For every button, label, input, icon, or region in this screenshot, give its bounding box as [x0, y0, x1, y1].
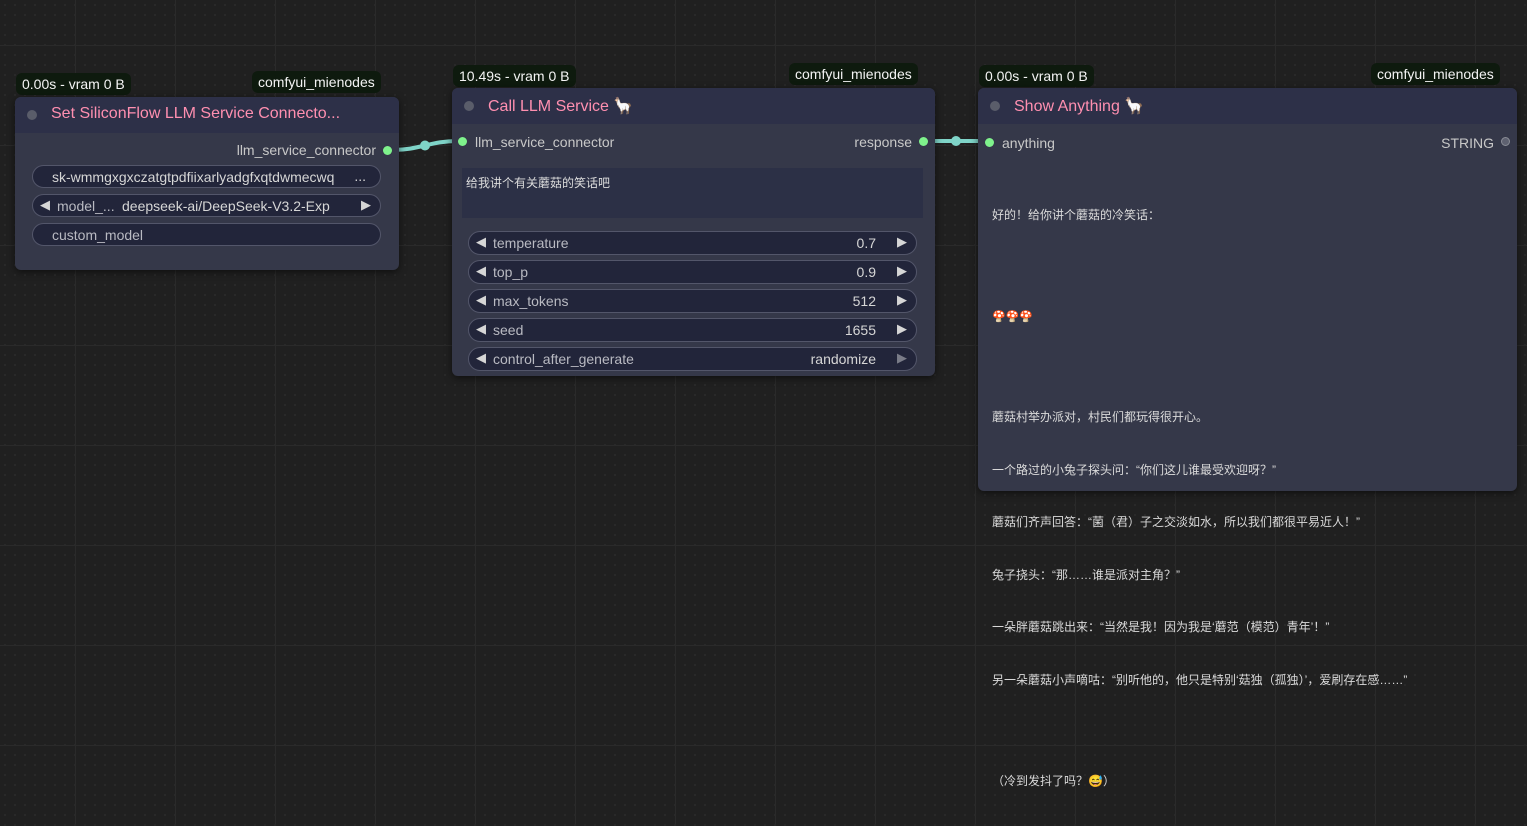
api-key-value: sk-wmmgxgxczatgtpdfiixarlyadgfxqtdwmecwq — [52, 169, 335, 185]
node2-output-label: response — [854, 134, 912, 150]
top-p-dec-arrow-icon[interactable]: ◀ — [476, 263, 486, 279]
top-p-inc-arrow-icon[interactable]: ▶ — [897, 263, 907, 279]
control-next-arrow-icon[interactable]: ▶ — [897, 350, 907, 366]
seed-value: 1655 — [844, 322, 876, 338]
seed-dec-arrow-icon[interactable]: ◀ — [476, 321, 486, 337]
node-show-anything[interactable]: Show Anything 🦙 anything STRING 好的！给你讲个蘑… — [978, 88, 1517, 788]
node2-input-label: llm_service_connector — [475, 134, 615, 150]
model-value: deepseek-ai/DeepSeek-V3.2-Exp — [122, 198, 330, 214]
control-after-generate-value: randomize — [810, 351, 876, 367]
custom-model-input[interactable]: custom_model — [32, 223, 381, 246]
show-anything-output: 好的！给你讲个蘑菇的冷笑话： 🍄🍄🍄 蘑菇村举办派对，村民们都玩得很开心。 一个… — [992, 172, 1407, 826]
node2-collapse-dot[interactable] — [464, 101, 474, 111]
output-line: 🍄🍄🍄 — [992, 310, 1034, 323]
node2-input-slot[interactable] — [458, 137, 467, 146]
model-label: model_... — [57, 198, 115, 214]
control-prev-arrow-icon[interactable]: ◀ — [476, 350, 486, 366]
output-line: 另一朵蘑菇小声嘀咕：“别听他的，他只是特别‘菇独（孤独）’，爱刷存在感……” — [992, 672, 1408, 687]
output-line: 好的！给你讲个蘑菇的冷笑话： — [992, 208, 1161, 222]
node-set-siliconflow[interactable]: Set SiliconFlow LLM Service Connecto... … — [15, 97, 399, 270]
node3-title: Show Anything 🦙 — [1014, 98, 1145, 115]
temperature-value: 0.7 — [856, 235, 876, 251]
model-selector[interactable]: ◀ model_... deepseek-ai/DeepSeek-V3.2-Ex… — [32, 194, 381, 217]
output-line: 一朵胖蘑菇跳出来：“当然是我！因为我是‘蘑范（模范）青年’！” — [992, 620, 1330, 634]
node3-input-slot[interactable] — [985, 138, 994, 147]
output-line: 一个路过的小兔子探头问：“你们这儿谁最受欢迎呀？” — [992, 462, 1276, 477]
max-tokens-value: 512 — [852, 293, 876, 309]
node2-pack-badge: comfyui_mienodes — [789, 63, 918, 85]
node3-input-label: anything — [1002, 135, 1055, 151]
model-prev-arrow-icon[interactable]: ◀ — [40, 197, 50, 213]
temperature-dec-arrow-icon[interactable]: ◀ — [476, 234, 486, 250]
node3-output-label: STRING — [1441, 135, 1494, 151]
control-after-generate-label: control_after_generate — [493, 351, 634, 367]
node-call-llm-service[interactable]: Call LLM Service 🦙 llm_service_connector… — [452, 88, 935, 376]
node2-title: Call LLM Service 🦙 — [488, 98, 634, 115]
top-p-value: 0.9 — [856, 264, 876, 280]
output-line: 蘑菇村举办派对，村民们都玩得很开心。 — [992, 410, 1209, 424]
node1-output-slot[interactable] — [383, 146, 392, 155]
seed-label: seed — [493, 322, 524, 338]
custom-model-placeholder: custom_model — [52, 227, 144, 243]
node3-timing-badge: 0.00s - vram 0 B — [979, 65, 1094, 87]
node1-timing-badge: 0.00s - vram 0 B — [16, 73, 131, 95]
node3-collapse-dot[interactable] — [990, 101, 1000, 111]
node1-pack-badge: comfyui_mienodes — [252, 71, 381, 93]
node1-title: Set SiliconFlow LLM Service Connecto... — [51, 105, 341, 122]
temperature-widget[interactable]: ◀ temperature 0.7 ▶ — [468, 231, 917, 255]
seed-inc-arrow-icon[interactable]: ▶ — [897, 321, 907, 337]
temperature-inc-arrow-icon[interactable]: ▶ — [897, 234, 907, 250]
model-next-arrow-icon[interactable]: ▶ — [361, 197, 371, 213]
node1-collapse-dot[interactable] — [27, 110, 37, 120]
top-p-widget[interactable]: ◀ top_p 0.9 ▶ — [468, 260, 917, 284]
max-tokens-dec-arrow-icon[interactable]: ◀ — [476, 292, 486, 308]
node1-output-label: llm_service_connector — [236, 142, 376, 158]
node2-timing-badge: 10.49s - vram 0 B — [453, 65, 576, 87]
node3-output-slot[interactable] — [1501, 137, 1510, 146]
output-line: 兔子挠头：“那……谁是派对主角？” — [992, 567, 1180, 582]
top-p-label: top_p — [493, 264, 529, 280]
node3-header[interactable]: Show Anything 🦙 — [978, 88, 1517, 124]
output-line: （冷到发抖了吗？😅） — [992, 774, 1115, 788]
node3-pack-badge: comfyui_mienodes — [1371, 63, 1500, 85]
api-key-field[interactable]: sk-wmmgxgxczatgtpdfiixarlyadgfxqtdwmecwq… — [32, 165, 381, 188]
node1-header[interactable]: Set SiliconFlow LLM Service Connecto... — [15, 97, 399, 133]
seed-widget[interactable]: ◀ seed 1655 ▶ — [468, 318, 917, 342]
node2-header[interactable]: Call LLM Service 🦙 — [452, 88, 935, 124]
max-tokens-inc-arrow-icon[interactable]: ▶ — [897, 292, 907, 308]
max-tokens-widget[interactable]: ◀ max_tokens 512 ▶ — [468, 289, 917, 313]
temperature-label: temperature — [493, 235, 569, 251]
control-after-generate-widget[interactable]: ◀ control_after_generate randomize ▶ — [468, 347, 917, 371]
output-line: 蘑菇们齐声回答：“菌（君）子之交淡如水，所以我们都很平易近人！” — [992, 515, 1360, 529]
max-tokens-label: max_tokens — [493, 293, 569, 309]
prompt-textarea[interactable]: 给我讲个有关蘑菇的笑话吧 — [462, 168, 923, 218]
api-key-ellipsis: ... — [354, 168, 366, 184]
node2-output-slot[interactable] — [919, 137, 928, 146]
